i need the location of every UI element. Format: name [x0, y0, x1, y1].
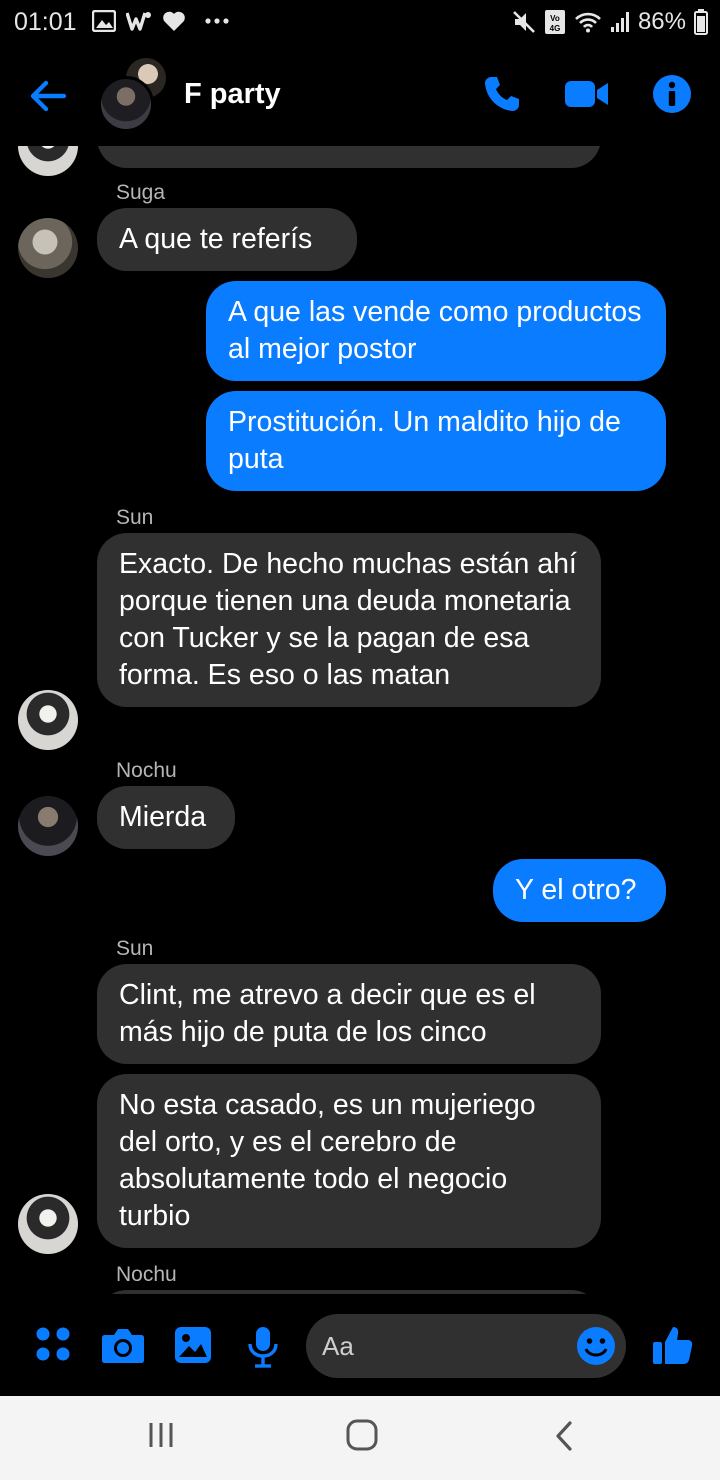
- phone-icon[interactable]: [482, 74, 522, 114]
- avatar: [18, 1194, 78, 1254]
- w-app-icon: [126, 12, 151, 31]
- sender-name: Nochu: [116, 1263, 177, 1286]
- video-icon[interactable]: [564, 78, 610, 110]
- avatar: [18, 146, 78, 176]
- status-bar: 01:01 Vo 4G 86%: [0, 0, 720, 44]
- signal-icon: [610, 12, 629, 32]
- mute-icon: [513, 11, 535, 33]
- svg-text:Vo: Vo: [550, 14, 560, 23]
- message-composer: [0, 1306, 720, 1392]
- status-time: 01:01: [14, 8, 77, 36]
- recent-apps-icon[interactable]: [146, 1420, 176, 1450]
- svg-text:4G: 4G: [550, 24, 561, 33]
- sender-name: Nochu: [116, 759, 177, 782]
- back-arrow-icon[interactable]: [26, 74, 70, 118]
- message-bubble[interactable]: Exacto. De hecho muchas están ahí porque…: [97, 533, 601, 707]
- info-icon[interactable]: [652, 74, 692, 114]
- battery-percent: 86%: [637, 8, 686, 35]
- message-input-container[interactable]: [306, 1314, 626, 1378]
- conversation-header: F party: [0, 44, 720, 144]
- battery-icon: [694, 9, 708, 35]
- message-input[interactable]: [322, 1331, 562, 1362]
- message-bubble-cropped[interactable]: [97, 1290, 601, 1294]
- group-avatar[interactable]: [98, 58, 172, 132]
- message-bubble[interactable]: Mierda: [97, 786, 235, 849]
- message-bubble[interactable]: Prostitución. Un maldito hijo de puta: [206, 391, 666, 491]
- message-bubble[interactable]: A que te referís: [97, 208, 357, 271]
- emoji-icon[interactable]: [576, 1326, 616, 1366]
- avatar: [18, 690, 78, 750]
- system-nav-bar: [0, 1396, 720, 1480]
- wifi-icon: [575, 12, 601, 33]
- heart-icon: [163, 11, 185, 32]
- apps-icon[interactable]: [35, 1326, 71, 1362]
- avatar: [18, 218, 78, 278]
- message-bubble[interactable]: No esta casado, es un mujeriego del orto…: [97, 1074, 601, 1248]
- group-avatar-member-2: [98, 76, 154, 132]
- back-icon[interactable]: [552, 1420, 576, 1452]
- sender-name: Suga: [116, 181, 166, 204]
- sender-name: Sun: [116, 937, 154, 960]
- home-icon[interactable]: [345, 1418, 379, 1452]
- conversation-title[interactable]: F party: [184, 78, 281, 111]
- messenger-screen: 01:01 Vo 4G 86% F party Suga A que te re…: [0, 0, 720, 1480]
- image-icon[interactable]: [174, 1326, 212, 1364]
- message-bubble-cropped[interactable]: [97, 146, 601, 168]
- camera-icon[interactable]: [101, 1326, 145, 1364]
- avatar: [18, 796, 78, 856]
- sender-name: Sun: [116, 506, 154, 529]
- microphone-icon[interactable]: [247, 1326, 279, 1368]
- message-list[interactable]: Suga A que te referís A que las vende co…: [0, 146, 720, 1294]
- thumbs-up-icon[interactable]: [652, 1324, 694, 1366]
- message-bubble[interactable]: Clint, me atrevo a decir que es el más h…: [97, 964, 601, 1064]
- volte-4g-icon: Vo 4G: [544, 10, 565, 34]
- more-icon: [205, 18, 229, 24]
- message-bubble[interactable]: Y el otro?: [493, 859, 666, 922]
- message-bubble[interactable]: A que las vende como productos al mejor …: [206, 281, 666, 381]
- gallery-icon: [92, 10, 116, 32]
